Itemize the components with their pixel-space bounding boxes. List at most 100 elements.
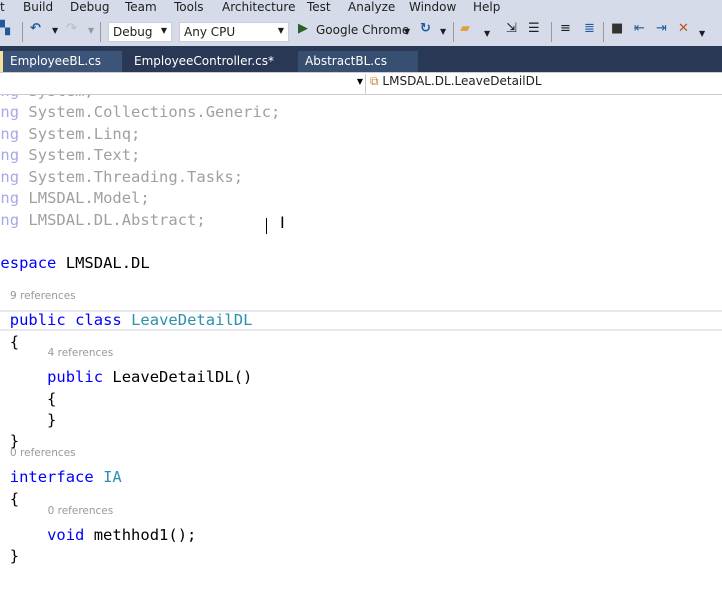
code-keyword: using xyxy=(0,95,19,100)
code-editor[interactable]: using System;using System.Collections.Ge… xyxy=(0,95,722,597)
code-keyword: public xyxy=(9,311,66,329)
overflow-icon[interactable]: ▼ xyxy=(484,29,490,38)
redo-dropdown-icon[interactable]: ▼ xyxy=(88,26,94,35)
platform-value: Any CPU xyxy=(184,25,236,39)
code-lens-references[interactable]: 9 references xyxy=(10,290,76,302)
chevron-down-icon: ▼ xyxy=(404,27,411,36)
refresh-dropdown-icon[interactable]: ▼ xyxy=(440,27,446,36)
separator xyxy=(603,22,604,42)
code-text: { xyxy=(9,490,20,508)
code-text: { xyxy=(9,333,20,351)
tab-label: EmployeeController.cs* xyxy=(134,54,275,68)
browser-link-icon[interactable]: ▰ xyxy=(460,21,470,36)
code-keyword: using xyxy=(0,189,20,207)
menu-help[interactable]: Help xyxy=(473,0,500,14)
menu-build[interactable]: Build xyxy=(23,0,53,14)
tab-employeebl[interactable]: EmployeeBL.cs xyxy=(0,51,122,72)
comment-icon[interactable]: ≡ xyxy=(560,21,571,36)
code-keyword: void xyxy=(47,526,85,544)
refresh-icon[interactable]: ↻ xyxy=(420,21,431,36)
outline-icon[interactable]: ☰ xyxy=(528,21,540,36)
ibeam-cursor-icon: I xyxy=(280,213,285,232)
play-icon: ▶ xyxy=(298,21,308,36)
code-text: LMSDAL.DL xyxy=(56,254,150,272)
code-keyword: using xyxy=(0,103,20,121)
code-line: using System; xyxy=(0,95,94,101)
type-dropdown[interactable]: ⧉ LMSDAL.DL.LeaveDetailDL xyxy=(370,74,542,89)
code-text: { xyxy=(47,390,57,408)
type-member-label: LMSDAL.DL.LeaveDetailDL xyxy=(382,74,542,88)
code-lens-references[interactable]: 0 references xyxy=(10,447,76,459)
separator xyxy=(100,22,101,42)
menu-bar: t Build Debug Team Tools Architecture Te… xyxy=(0,0,722,17)
code-text: } xyxy=(47,411,57,429)
menu-team[interactable]: Team xyxy=(125,0,157,14)
tab-abstractbl[interactable]: AbstractBL.cs xyxy=(298,51,418,72)
code-keyword: namespace xyxy=(0,254,57,272)
code-keyword: using xyxy=(0,211,20,229)
previous-bookmark-icon[interactable]: ⇤ xyxy=(634,21,645,36)
toolbar: ▚ ↶ ▼ ↷ ▼ Debug ▼ Any CPU ▼ ▶ Google Chrom… xyxy=(0,17,722,46)
bookmark-icon[interactable]: ■ xyxy=(611,21,623,36)
code-keyword: class xyxy=(75,311,122,329)
menu-test[interactable]: Test xyxy=(307,0,331,14)
document-tab-bar: EmployeeBL.cs EmployeeController.cs* Abs… xyxy=(0,46,722,72)
code-line: { xyxy=(0,332,19,352)
undo-icon[interactable]: ↶ xyxy=(30,21,41,36)
code-keyword: using xyxy=(0,125,20,143)
code-line: } xyxy=(0,410,56,430)
menu-tools[interactable]: Tools xyxy=(174,0,204,14)
run-target-label: Google Chrome xyxy=(316,23,410,37)
code-keyword: using xyxy=(0,168,20,186)
code-lens-references[interactable]: 4 references xyxy=(48,347,114,359)
tab-label: EmployeeBL.cs xyxy=(10,54,102,68)
uncomment-icon[interactable]: ≣ xyxy=(584,21,595,36)
code-line: interface IA xyxy=(0,467,122,487)
undo-dropdown-icon[interactable]: ▼ xyxy=(52,26,58,35)
tab-label: AbstractBL.cs xyxy=(305,54,387,68)
menu-analyze[interactable]: Analyze xyxy=(348,0,395,14)
code-line: public LeaveDetailDL() xyxy=(0,367,252,387)
navigation-bar: ▼ ⧉ LMSDAL.DL.LeaveDetailDL xyxy=(0,72,722,95)
code-type: LeaveDetailDL xyxy=(131,311,253,329)
redo-icon[interactable]: ↷ xyxy=(66,21,77,36)
code-line: } xyxy=(0,546,19,566)
configuration-select[interactable]: Debug ▼ xyxy=(108,22,172,42)
menu-architecture[interactable]: Architecture xyxy=(222,0,295,14)
save-all-icon[interactable]: ▚ xyxy=(0,21,10,36)
code-line: void methhod1(); xyxy=(0,525,196,545)
code-text: System.Text; xyxy=(19,146,141,164)
code-line: using System.Text; xyxy=(0,145,140,165)
code-text: LeaveDetailDL() xyxy=(103,368,253,386)
platform-select[interactable]: Any CPU ▼ xyxy=(179,22,289,42)
code-line: using LMSDAL.DL.Abstract; xyxy=(0,210,206,230)
next-bookmark-icon[interactable]: ⇥ xyxy=(656,21,667,36)
code-text: System.Threading.Tasks; xyxy=(19,168,244,186)
tab-employeecontroller[interactable]: EmployeeController.cs* xyxy=(127,51,295,72)
menu-debug[interactable]: Debug xyxy=(70,0,109,14)
code-text: } xyxy=(9,547,20,565)
clear-bookmarks-icon[interactable]: ✕ xyxy=(678,21,689,36)
menu-window[interactable]: Window xyxy=(409,0,456,14)
separator xyxy=(453,22,454,42)
code-type: IA xyxy=(103,468,122,486)
code-line: using System.Threading.Tasks; xyxy=(0,167,243,187)
project-dropdown[interactable]: ▼ xyxy=(0,74,366,94)
step-into-icon[interactable]: ⇲ xyxy=(506,21,517,36)
chevron-down-icon: ▼ xyxy=(356,77,363,86)
overflow-icon[interactable]: ▼ xyxy=(699,29,705,38)
text-caret xyxy=(266,218,267,234)
menu-project[interactable]: t xyxy=(0,0,5,14)
separator xyxy=(22,22,23,42)
code-text: System; xyxy=(19,95,93,100)
code-lens-references[interactable]: 0 references xyxy=(48,505,114,517)
code-keyword: public xyxy=(47,368,104,386)
code-line: using LMSDAL.Model; xyxy=(0,188,150,208)
